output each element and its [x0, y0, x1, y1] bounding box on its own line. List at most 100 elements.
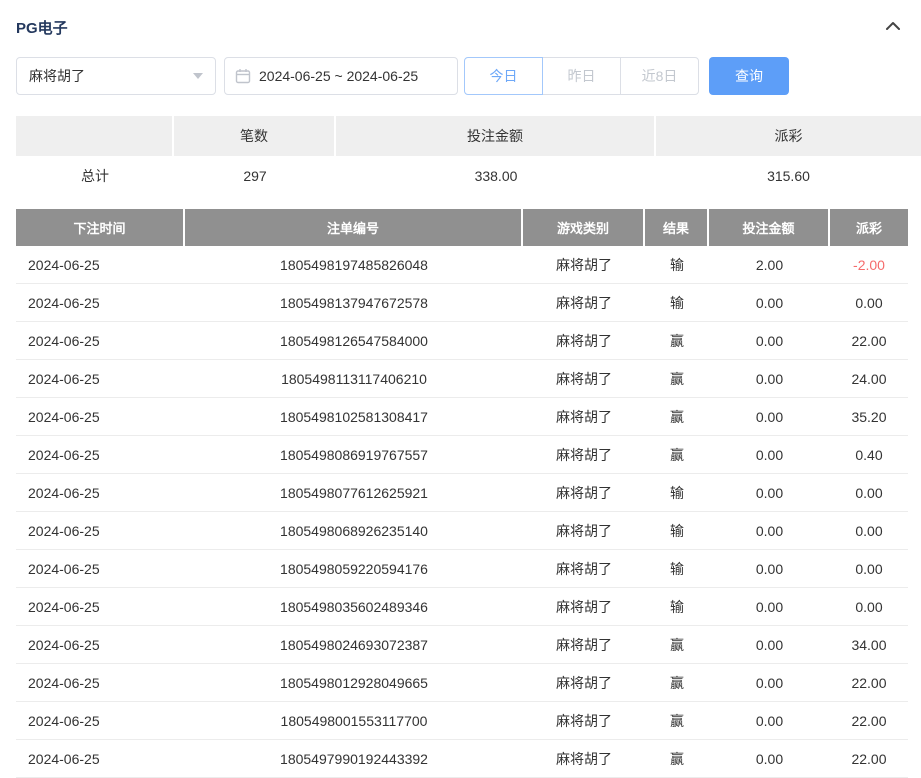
cell-bet-amount: 0.00	[709, 740, 830, 778]
panel-header: PG电子	[16, 16, 921, 38]
cell-bet-id: 1805498102581308417	[185, 398, 523, 436]
cell-bet-id: 1805498137947672578	[185, 284, 523, 322]
cell-result: 赢	[645, 398, 709, 436]
cell-bet-amount: 0.00	[709, 626, 830, 664]
header-bet-id: 注单编号	[185, 209, 523, 246]
header-payout: 派彩	[830, 209, 908, 246]
cell-bet-amount: 0.00	[709, 322, 830, 360]
table-row: 2024-06-251805498102581308417麻将胡了赢0.0035…	[16, 398, 908, 436]
cell-result: 输	[645, 246, 709, 284]
bet-table: 下注时间 注单编号 游戏类别 结果 投注金额 派彩 2024-06-251805…	[16, 209, 908, 778]
cell-result: 赢	[645, 436, 709, 474]
game-select-value: 麻将胡了	[29, 66, 85, 86]
cell-bet-amount: 0.00	[709, 398, 830, 436]
cell-payout: 0.00	[830, 284, 908, 322]
cell-game-type: 麻将胡了	[523, 284, 645, 322]
cell-bet-time: 2024-06-25	[16, 360, 185, 398]
header-bet-amount: 投注金额	[709, 209, 830, 246]
cell-payout: 0.00	[830, 512, 908, 550]
cell-bet-id: 1805498068926235140	[185, 512, 523, 550]
cell-bet-amount: 0.00	[709, 664, 830, 702]
calendar-icon	[235, 68, 251, 84]
bet-table-header-row: 下注时间 注单编号 游戏类别 结果 投注金额 派彩	[16, 209, 908, 246]
cell-bet-id: 1805498086919767557	[185, 436, 523, 474]
table-row: 2024-06-251805498137947672578麻将胡了输0.000.…	[16, 284, 908, 322]
cell-bet-id: 1805498001553117700	[185, 702, 523, 740]
cell-result: 输	[645, 474, 709, 512]
cell-bet-id: 1805498059220594176	[185, 550, 523, 588]
cell-result: 输	[645, 588, 709, 626]
cell-game-type: 麻将胡了	[523, 398, 645, 436]
summary-total-count: 297	[174, 156, 336, 195]
cell-result: 赢	[645, 702, 709, 740]
cell-bet-time: 2024-06-25	[16, 284, 185, 322]
date-range-picker[interactable]: 2024-06-25 ~ 2024-06-25	[224, 57, 458, 95]
cell-game-type: 麻将胡了	[523, 626, 645, 664]
search-button[interactable]: 查询	[709, 57, 789, 95]
cell-game-type: 麻将胡了	[523, 246, 645, 284]
quick-filter-last8days[interactable]: 近8日	[620, 57, 699, 95]
cell-result: 赢	[645, 360, 709, 398]
caret-down-icon	[193, 73, 203, 79]
cell-bet-amount: 0.00	[709, 474, 830, 512]
cell-bet-amount: 0.00	[709, 702, 830, 740]
cell-bet-id: 1805498126547584000	[185, 322, 523, 360]
cell-payout: 0.00	[830, 550, 908, 588]
cell-result: 输	[645, 512, 709, 550]
cell-game-type: 麻将胡了	[523, 512, 645, 550]
summary-header-bet-amount: 投注金额	[336, 116, 656, 156]
table-scrollbar[interactable]	[908, 209, 921, 778]
table-row: 2024-06-251805498086919767557麻将胡了赢0.000.…	[16, 436, 908, 474]
cell-payout: 22.00	[830, 740, 908, 778]
cell-bet-time: 2024-06-25	[16, 436, 185, 474]
cell-payout: 22.00	[830, 322, 908, 360]
header-bet-time: 下注时间	[16, 209, 185, 246]
pg-panel: PG电子 麻将胡了 2024-06-25 ~ 2024-06-25	[0, 0, 921, 778]
quick-filter-group: 今日 昨日 近8日	[464, 57, 699, 95]
cell-bet-id: 1805498077612625921	[185, 474, 523, 512]
cell-payout: -2.00	[830, 246, 908, 284]
cell-bet-time: 2024-06-25	[16, 322, 185, 360]
table-row: 2024-06-251805498001553117700麻将胡了赢0.0022…	[16, 702, 908, 740]
cell-bet-amount: 0.00	[709, 550, 830, 588]
chevron-up-icon	[885, 18, 901, 36]
cell-bet-time: 2024-06-25	[16, 398, 185, 436]
cell-game-type: 麻将胡了	[523, 322, 645, 360]
cell-bet-time: 2024-06-25	[16, 512, 185, 550]
cell-result: 赢	[645, 626, 709, 664]
table-row: 2024-06-251805498059220594176麻将胡了输0.000.…	[16, 550, 908, 588]
cell-bet-amount: 0.00	[709, 512, 830, 550]
cell-bet-id: 1805497990192443392	[185, 740, 523, 778]
summary-header-payout: 派彩	[656, 116, 921, 156]
cell-game-type: 麻将胡了	[523, 360, 645, 398]
cell-bet-time: 2024-06-25	[16, 246, 185, 284]
summary-total-label: 总计	[16, 156, 174, 195]
cell-game-type: 麻将胡了	[523, 740, 645, 778]
summary-corner-cell	[16, 116, 174, 156]
cell-bet-time: 2024-06-25	[16, 626, 185, 664]
bet-table-wrap: 下注时间 注单编号 游戏类别 结果 投注金额 派彩 2024-06-251805…	[16, 209, 921, 778]
cell-bet-amount: 0.00	[709, 436, 830, 474]
quick-filter-today[interactable]: 今日	[464, 57, 543, 95]
cell-game-type: 麻将胡了	[523, 702, 645, 740]
summary-table: 笔数 投注金额 派彩 总计 297 338.00 315.60	[16, 116, 921, 195]
table-row: 2024-06-251805498012928049665麻将胡了赢0.0022…	[16, 664, 908, 702]
summary-header-row: 笔数 投注金额 派彩	[16, 116, 921, 156]
cell-bet-id: 1805498113117406210	[185, 360, 523, 398]
date-range-value: 2024-06-25 ~ 2024-06-25	[259, 68, 418, 84]
header-result: 结果	[645, 209, 709, 246]
cell-bet-time: 2024-06-25	[16, 588, 185, 626]
collapse-button[interactable]	[885, 18, 901, 36]
cell-payout: 0.40	[830, 436, 908, 474]
summary-total-row: 总计 297 338.00 315.60	[16, 156, 921, 195]
game-select[interactable]: 麻将胡了	[16, 57, 216, 95]
quick-filter-yesterday[interactable]: 昨日	[542, 57, 621, 95]
cell-bet-id: 1805498024693072387	[185, 626, 523, 664]
cell-bet-amount: 0.00	[709, 360, 830, 398]
cell-bet-time: 2024-06-25	[16, 474, 185, 512]
cell-game-type: 麻将胡了	[523, 664, 645, 702]
cell-payout: 0.00	[830, 588, 908, 626]
cell-bet-amount: 0.00	[709, 284, 830, 322]
cell-result: 赢	[645, 740, 709, 778]
table-row: 2024-06-251805498197485826048麻将胡了输2.00-2…	[16, 246, 908, 284]
